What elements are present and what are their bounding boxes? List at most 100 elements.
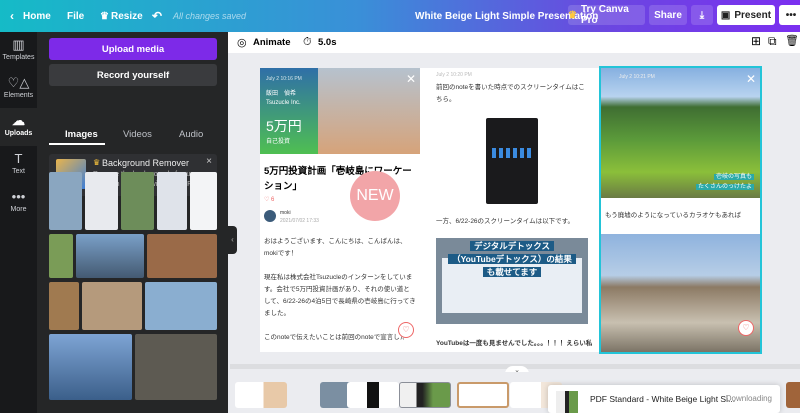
- uploaded-image[interactable]: [190, 172, 217, 230]
- screentime-bars: [492, 148, 532, 158]
- uploaded-image[interactable]: [82, 282, 142, 330]
- close-icon[interactable]: ✕: [746, 72, 756, 86]
- card-company: Tsuzucle Inc.: [266, 100, 301, 106]
- heart-icon[interactable]: ♡: [398, 322, 414, 338]
- rail-templates[interactable]: ▥ Templates: [0, 32, 37, 70]
- rail-label: Elements: [3, 92, 34, 99]
- paragraph: 前回のnoteを書いた時点でのスクリーンタイムはこちら。: [436, 84, 585, 103]
- story-date: July 2 10:21 PM: [619, 74, 655, 80]
- page-thumbnail[interactable]: [786, 382, 800, 408]
- upload-icon: ☁: [12, 113, 25, 128]
- tab-audio[interactable]: Audio: [179, 129, 203, 140]
- uploaded-image[interactable]: [49, 334, 132, 400]
- animate-icon: ◎: [237, 37, 247, 49]
- close-icon[interactable]: ✕: [406, 72, 416, 86]
- story-column-1: July 2 10:16 PM 飯田 偵希 Tsuzucle Inc. 5万円 …: [260, 68, 420, 352]
- duplicate-page-icon[interactable]: ⧉: [768, 34, 777, 49]
- uploaded-image[interactable]: [147, 234, 217, 278]
- download-preview: [556, 391, 578, 413]
- try-canva-pro-button[interactable]: ♛ Try Canva Pro: [568, 4, 645, 26]
- rail-more[interactable]: ••• More: [0, 184, 37, 222]
- page-thumbnail-current[interactable]: [399, 382, 451, 408]
- story-column-3[interactable]: July 2 10:21 PM ✕ 壱岐の写真も たくさんのっけたよ もう廃墟の…: [599, 66, 762, 354]
- uploaded-image[interactable]: [85, 172, 118, 230]
- share-button[interactable]: Share: [649, 5, 687, 25]
- uploaded-image[interactable]: [49, 172, 82, 230]
- detox-banner: デジタルデトックス （YouTubeデトックス）の結果 も載せてます: [436, 240, 588, 279]
- likes-value: 6: [271, 197, 275, 203]
- page-thumbnail[interactable]: [347, 382, 399, 408]
- uploaded-image[interactable]: [76, 234, 144, 278]
- rail-text[interactable]: T Text: [0, 146, 37, 184]
- present-button[interactable]: ▣ Present: [717, 5, 775, 25]
- rail-elements[interactable]: ♡△ Elements: [0, 70, 37, 108]
- record-yourself-button[interactable]: Record yourself: [49, 64, 217, 86]
- upload-media-button[interactable]: Upload media: [49, 38, 217, 60]
- more-icon: •••: [11, 189, 26, 204]
- present-icon: ▣: [720, 9, 731, 21]
- uploads-panel: Upload media Record yourself Images Vide…: [37, 32, 228, 413]
- active-tab-indicator: [49, 143, 105, 145]
- screentime-screenshot: [486, 118, 538, 204]
- uploaded-image[interactable]: [135, 334, 217, 400]
- banner-line: デジタルデトックス: [469, 241, 555, 251]
- banner-line: （YouTubeデトックス）の結果: [448, 254, 576, 264]
- download-icon[interactable]: ⤓: [691, 5, 713, 25]
- rail-uploads[interactable]: ☁ Uploads: [0, 108, 37, 146]
- photo-caption: 壱岐の写真も たくさんのっけたよ: [695, 172, 754, 192]
- add-page-icon[interactable]: ⊞: [751, 34, 761, 48]
- uploaded-image[interactable]: [145, 282, 217, 330]
- caption-line: 壱岐の写真も: [713, 174, 754, 180]
- promo-title: Background Remover: [102, 158, 190, 168]
- back-chevron-icon[interactable]: ‹: [10, 9, 14, 23]
- home-button[interactable]: Home: [23, 11, 51, 22]
- canvas-toolbar: ◎ Animate ⏱ 5.0s: [228, 32, 800, 53]
- crown-icon: ♛: [93, 158, 101, 167]
- detox-image: デジタルデトックス （YouTubeデトックス）の結果 も載せてます: [436, 238, 588, 324]
- author-name: moki: [280, 210, 291, 216]
- uploaded-image[interactable]: [49, 282, 79, 330]
- close-icon[interactable]: ×: [206, 156, 212, 167]
- elements-icon: ♡△: [7, 75, 30, 90]
- crown-icon: ♛: [100, 10, 109, 22]
- save-status: All changes saved: [173, 11, 247, 21]
- paragraph: YouTubeは一度も見ませんでした。。。！！！えらい私: [436, 340, 592, 347]
- rail-label: Text: [12, 168, 25, 175]
- uploaded-image[interactable]: [49, 234, 73, 278]
- rail-label: More: [10, 206, 27, 213]
- new-badge: NEW: [350, 171, 400, 221]
- download-status: Downloading: [725, 394, 772, 403]
- page-thumbnail[interactable]: [235, 382, 287, 408]
- page-thumbnail[interactable]: [457, 382, 509, 408]
- banner-line: も載せてます: [482, 267, 542, 277]
- resize-button[interactable]: Resize: [111, 11, 143, 22]
- like-count: ♡ 6: [264, 197, 275, 203]
- paragraph: おはようございます、こんにちは、こんばんは、mokiです！: [264, 238, 407, 257]
- file-menu[interactable]: File: [67, 11, 84, 22]
- story-column-2: July 2 10:20 PM ✕ 前回のnoteを書いた時点でのスクリーンタイ…: [432, 68, 592, 352]
- uploaded-image[interactable]: [121, 172, 154, 230]
- collapse-panel-handle[interactable]: ‹: [228, 226, 237, 254]
- delete-page-icon[interactable]: 🗑: [785, 34, 799, 47]
- more-options-button[interactable]: •••: [779, 5, 800, 25]
- slide-canvas[interactable]: July 2 10:16 PM 飯田 偵希 Tsuzucle Inc. 5万円 …: [260, 66, 762, 354]
- card-amount: 5万円: [266, 118, 302, 134]
- caption-line: たくさんのっけたよ: [695, 184, 754, 190]
- download-title: White Beige Light Si...: [651, 394, 736, 404]
- animate-button[interactable]: Animate: [253, 37, 290, 48]
- rail-label: Templates: [2, 54, 35, 61]
- heart-icon[interactable]: ♡: [738, 320, 754, 336]
- uploaded-image[interactable]: [157, 172, 187, 230]
- try-pro-label: Try Canva Pro: [580, 4, 629, 26]
- tab-videos[interactable]: Videos: [123, 129, 152, 140]
- card-sub: 自己投資: [266, 139, 291, 145]
- text-icon: T: [14, 151, 23, 166]
- download-format: PDF Standard: [590, 394, 644, 404]
- crown-icon: ♛: [568, 9, 577, 21]
- undo-icon[interactable]: ↶: [152, 9, 162, 23]
- tab-images[interactable]: Images: [65, 129, 98, 140]
- duration-button[interactable]: 5.0s: [318, 37, 337, 48]
- paragraph: 現在私は株式会社Tsuzucleのインターンをしています。会社で5万円投資計画が…: [264, 274, 416, 317]
- card-name: 飯田 偵希: [266, 91, 297, 97]
- karaoke-building-photo: [601, 234, 760, 352]
